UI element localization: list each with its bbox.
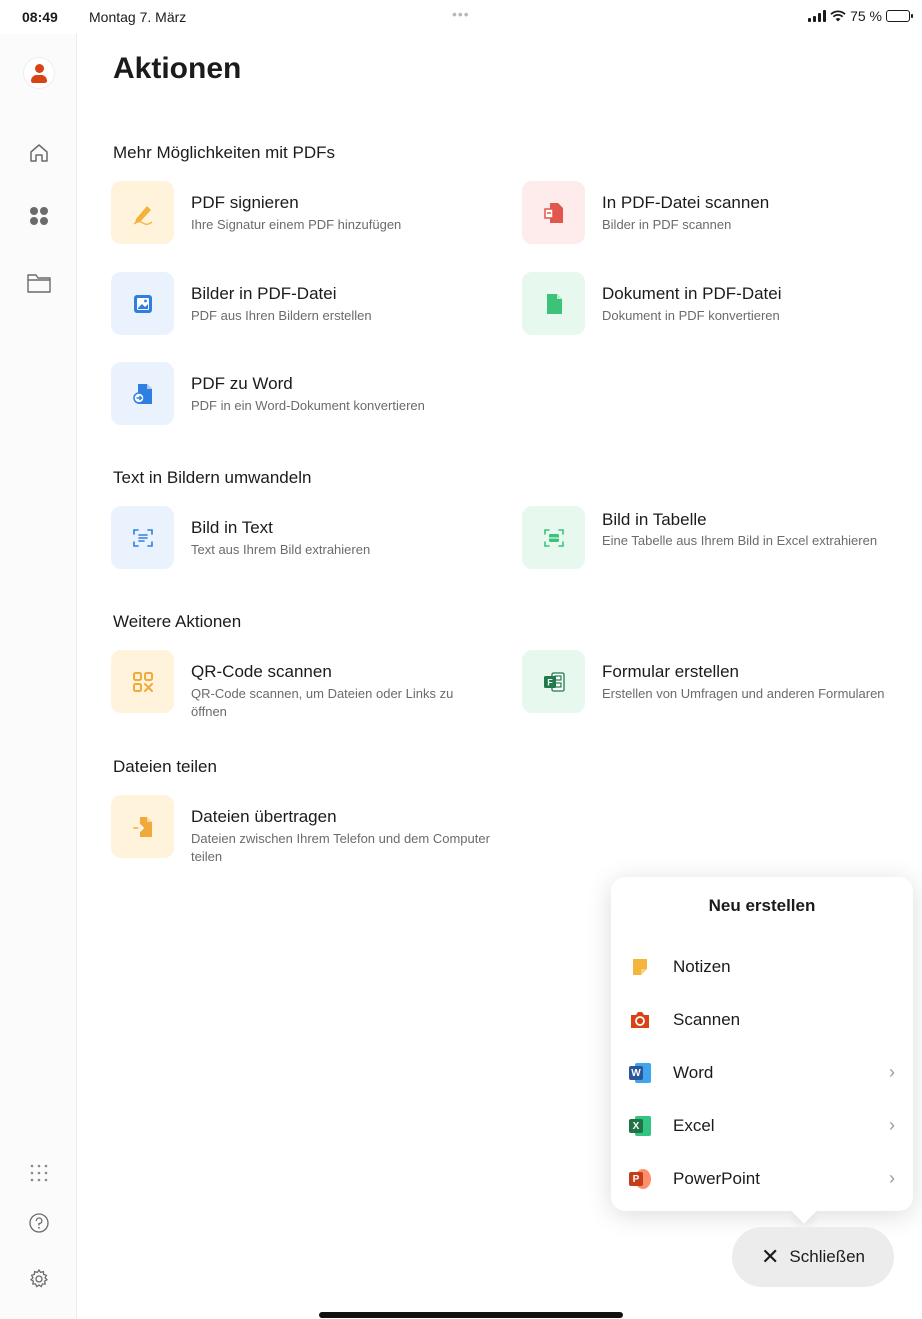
action-title: Bild in Text <box>191 518 273 537</box>
action-bilder-in-pdf[interactable]: Bilder in PDF-Datei PDF aus Ihren Bilder… <box>111 272 491 336</box>
action-description: Dateien zwischen Ihrem Telefon und dem C… <box>191 831 490 864</box>
action-qr-code-scannen[interactable]: QR-Code scannen QR-Code scannen, um Date… <box>111 650 491 719</box>
page-title: Aktionen <box>113 52 242 85</box>
item-label: Word <box>673 1063 714 1082</box>
action-formular-erstellen[interactable]: F Formular erstellen Erstellen von Umfra… <box>522 650 902 714</box>
action-description: Dokument in PDF konvertieren <box>602 308 780 323</box>
action-description: Ihre Signatur einem PDF hinzufügen <box>191 217 402 232</box>
chevron-right-icon: › <box>889 1115 895 1135</box>
item-label: Notizen <box>673 957 731 976</box>
action-title: Dateien übertragen <box>191 807 337 826</box>
action-title: In PDF-Datei scannen <box>602 193 770 212</box>
section-title-share: Dateien teilen <box>113 757 217 776</box>
qr-code-icon <box>111 650 174 713</box>
avatar <box>24 58 54 88</box>
action-in-pdf-scannen[interactable]: In PDF-Datei scannen Bilder in PDF scann… <box>522 181 902 245</box>
camera-icon <box>629 1009 651 1031</box>
item-label: Scannen <box>673 1010 741 1029</box>
status-indicators: 75 % <box>808 8 913 24</box>
close-button[interactable]: ✕ Schließen <box>732 1227 894 1287</box>
settings-button[interactable] <box>22 1262 56 1296</box>
action-bild-in-text[interactable]: Bild in Text Text aus Ihrem Bild extrahi… <box>111 506 491 570</box>
help-icon <box>29 1213 49 1233</box>
image-to-text-icon <box>111 506 174 569</box>
dots-grid-icon <box>30 1164 48 1182</box>
apps-grid-icon <box>30 207 48 225</box>
item-label: Excel <box>673 1116 715 1135</box>
create-scan-item[interactable]: Scannen <box>611 996 913 1044</box>
scan-to-pdf-icon <box>522 181 585 244</box>
battery-icon <box>886 10 913 22</box>
chevron-right-icon: › <box>889 1062 895 1082</box>
help-button[interactable] <box>22 1206 56 1240</box>
popover-title: Neu erstellen <box>708 896 816 915</box>
wifi-icon <box>830 10 846 22</box>
action-title: Formular erstellen <box>602 662 739 681</box>
pdf-to-word-icon <box>111 362 174 425</box>
section-title-pdf: Mehr Möglichkeiten mit PDFs <box>113 143 336 162</box>
action-description: Eine Tabelle aus Ihrem Bild in Excel ext… <box>602 533 878 548</box>
forms-icon: F <box>522 650 585 713</box>
action-title: Dokument in PDF-Datei <box>602 284 782 303</box>
status-bar: 08:49 Montag 7. März ••• 75 % <box>0 0 922 34</box>
battery-percent: 75 % <box>850 8 882 24</box>
sidebar-item-apps[interactable] <box>22 199 56 233</box>
action-description: Erstellen von Umfragen und anderen Formu… <box>602 686 885 701</box>
create-excel-item[interactable]: X Excel › <box>611 1102 913 1150</box>
svg-text:F: F <box>547 677 553 687</box>
create-powerpoint-item[interactable]: P PowerPoint › <box>611 1155 913 1203</box>
action-title: Bild in Tabelle <box>602 510 707 529</box>
close-icon: ✕ <box>760 1244 780 1269</box>
status-date: Montag 7. März <box>89 9 187 25</box>
gear-icon <box>29 1268 49 1288</box>
action-description: Bilder in PDF scannen <box>602 217 732 232</box>
home-indicator[interactable] <box>319 1312 623 1318</box>
chevron-right-icon: › <box>889 1168 895 1188</box>
create-new-popover: Neu erstellen Notizen Scannen W Word › X <box>611 877 913 1211</box>
section-title-images: Text in Bildern umwandeln <box>113 468 312 487</box>
home-icon <box>30 144 48 162</box>
action-title: Bilder in PDF-Datei <box>191 284 337 303</box>
multitasking-dots[interactable]: ••• <box>452 6 470 22</box>
cellular-signal-icon <box>808 10 827 22</box>
action-description: PDF aus Ihren Bildern erstellen <box>191 308 372 323</box>
account-avatar-button[interactable] <box>22 56 56 90</box>
action-description: Text aus Ihrem Bild extrahieren <box>191 542 371 557</box>
word-icon: W <box>629 1062 651 1084</box>
sticky-note-icon <box>629 956 651 978</box>
document-to-pdf-icon <box>522 272 585 335</box>
sidebar-item-files[interactable] <box>22 266 56 300</box>
action-title: PDF signieren <box>191 193 299 212</box>
image-to-table-icon <box>522 506 585 569</box>
sidebar-item-home[interactable] <box>22 136 56 170</box>
action-title: QR-Code scannen <box>191 662 332 681</box>
file-transfer-icon <box>111 795 174 858</box>
action-title: PDF zu Word <box>191 374 293 393</box>
close-button-label: Schließen <box>789 1247 866 1266</box>
item-label: PowerPoint <box>673 1169 760 1188</box>
sidebar <box>0 34 77 1319</box>
action-description: QR-Code scannen, um Dateien oder Links z… <box>191 686 454 719</box>
section-title-more: Weitere Aktionen <box>113 612 242 631</box>
action-pdf-signieren[interactable]: PDF signieren Ihre Signatur einem PDF hi… <box>111 181 491 245</box>
action-pdf-zu-word[interactable]: PDF zu Word PDF in ein Word-Dokument kon… <box>111 362 491 426</box>
all-apps-button[interactable] <box>22 1156 56 1190</box>
excel-icon: X <box>629 1115 651 1137</box>
create-word-item[interactable]: W Word › <box>611 1049 913 1097</box>
action-description: PDF in ein Word-Dokument konvertieren <box>191 398 425 413</box>
action-dateien-uebertragen[interactable]: Dateien übertragen Dateien zwischen Ihre… <box>111 795 491 864</box>
signature-icon <box>111 181 174 244</box>
action-dokument-in-pdf[interactable]: Dokument in PDF-Datei Dokument in PDF ko… <box>522 272 902 336</box>
create-notes-item[interactable]: Notizen <box>611 943 913 991</box>
folder-icon <box>27 274 51 293</box>
powerpoint-icon: P <box>629 1168 651 1190</box>
image-to-pdf-icon <box>111 272 174 335</box>
action-bild-in-tabelle[interactable]: Bild in Tabelle Eine Tabelle aus Ihrem B… <box>522 506 902 570</box>
status-time: 08:49 <box>22 9 58 25</box>
